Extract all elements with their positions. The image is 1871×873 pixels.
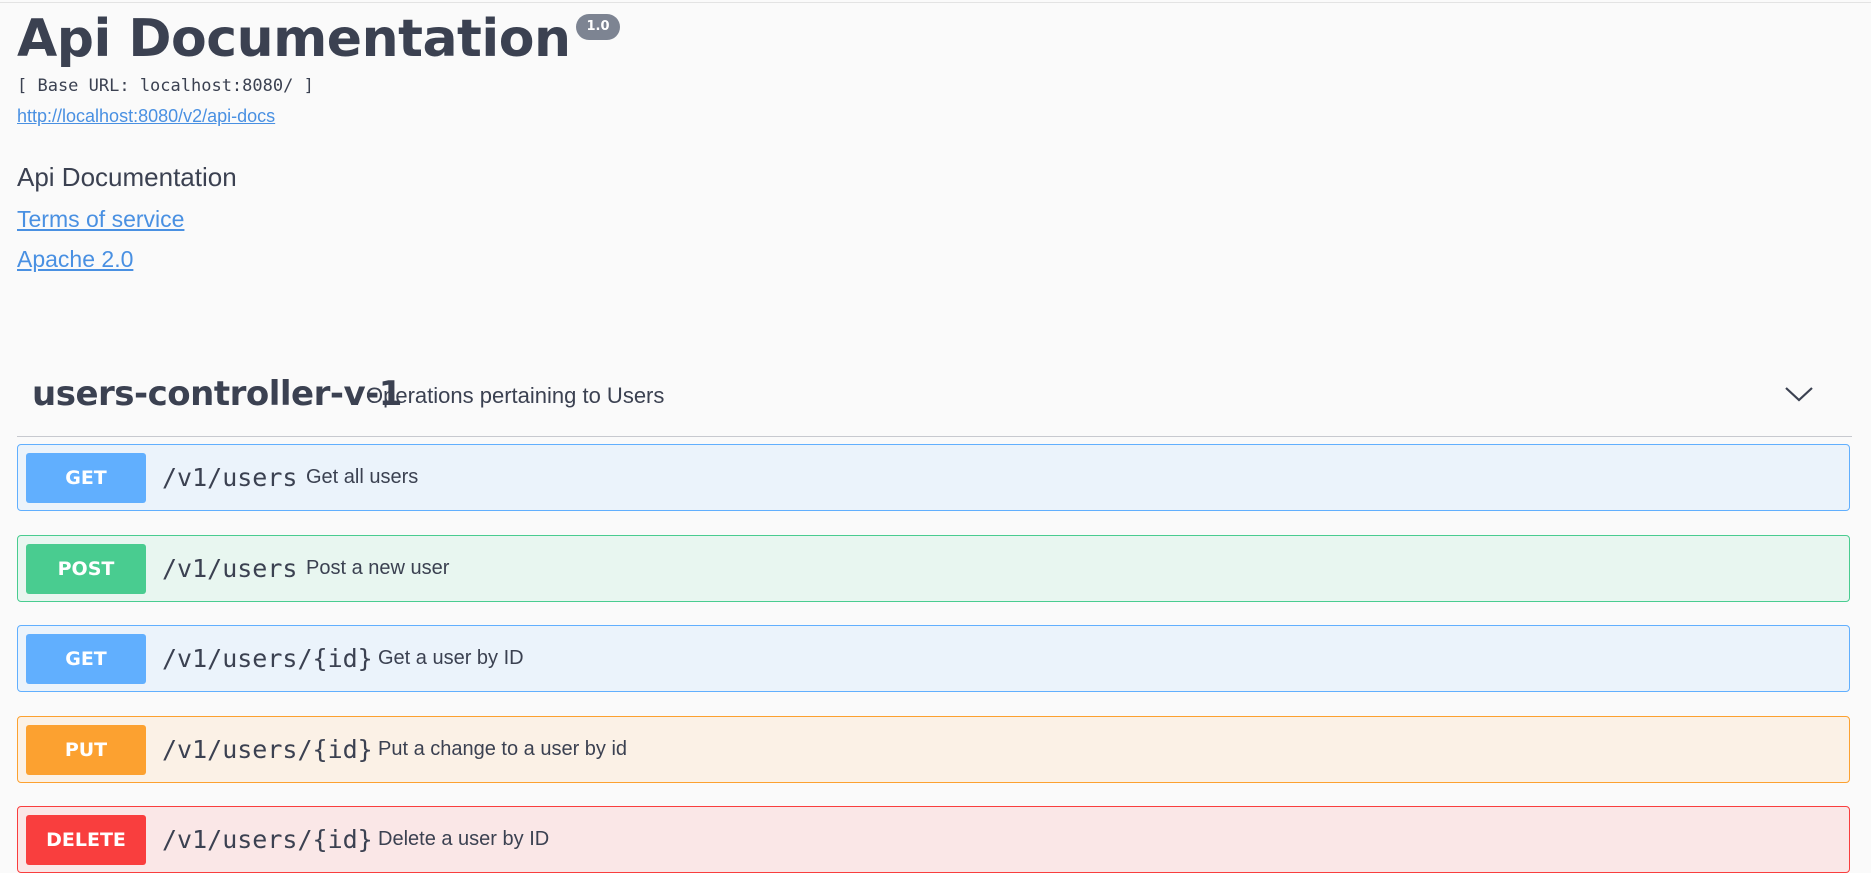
api-description: Api Documentation (17, 162, 237, 192)
method-badge-get: GET (26, 634, 146, 684)
operation-path: /v1/users/{id} (162, 644, 373, 673)
method-badge-post: POST (26, 544, 146, 594)
api-docs-link[interactable]: http://localhost:8080/v2/api-docs (17, 106, 275, 127)
operation-summary: Post a new user (306, 557, 450, 579)
version-badge: 1.0 (576, 14, 620, 40)
method-badge-put: PUT (26, 725, 146, 775)
page-title: Api Documentation (17, 9, 571, 69)
terms-of-service-link[interactable]: Terms of service (17, 206, 184, 233)
api-title-row: Api Documentation 1.0 (17, 6, 620, 72)
operation-path: /v1/users (162, 554, 298, 583)
operation-get-users[interactable]: GET /v1/users Get all users (17, 444, 1850, 511)
operation-get-user-by-id[interactable]: GET /v1/users/{id} Get a user by ID (17, 625, 1850, 692)
base-url: [ Base URL: localhost:8080/ ] (17, 76, 314, 96)
method-badge-get: GET (26, 453, 146, 503)
operation-path: /v1/users (162, 463, 298, 492)
tag-description: Operations pertaining to Users (366, 383, 665, 408)
license-link[interactable]: Apache 2.0 (17, 246, 133, 273)
method-badge-delete: DELETE (26, 815, 146, 865)
top-divider (0, 2, 1871, 3)
operation-delete-user-by-id[interactable]: DELETE /v1/users/{id} Delete a user by I… (17, 806, 1850, 873)
operation-summary: Get all users (306, 466, 419, 488)
operation-summary: Delete a user by ID (378, 828, 550, 850)
tag-name: users-controller-v-1 (32, 374, 402, 414)
operation-summary: Get a user by ID (378, 647, 524, 669)
operation-path: /v1/users/{id} (162, 735, 373, 764)
operation-put-user-by-id[interactable]: PUT /v1/users/{id} Put a change to a use… (17, 716, 1850, 783)
chevron-down-icon[interactable] (1782, 382, 1816, 406)
operation-path: /v1/users/{id} (162, 825, 373, 854)
operation-summary: Put a change to a user by id (378, 738, 628, 760)
tag-section-header[interactable]: users-controller-v-1 Operations pertaini… (17, 366, 1852, 437)
operation-post-users[interactable]: POST /v1/users Post a new user (17, 535, 1850, 602)
